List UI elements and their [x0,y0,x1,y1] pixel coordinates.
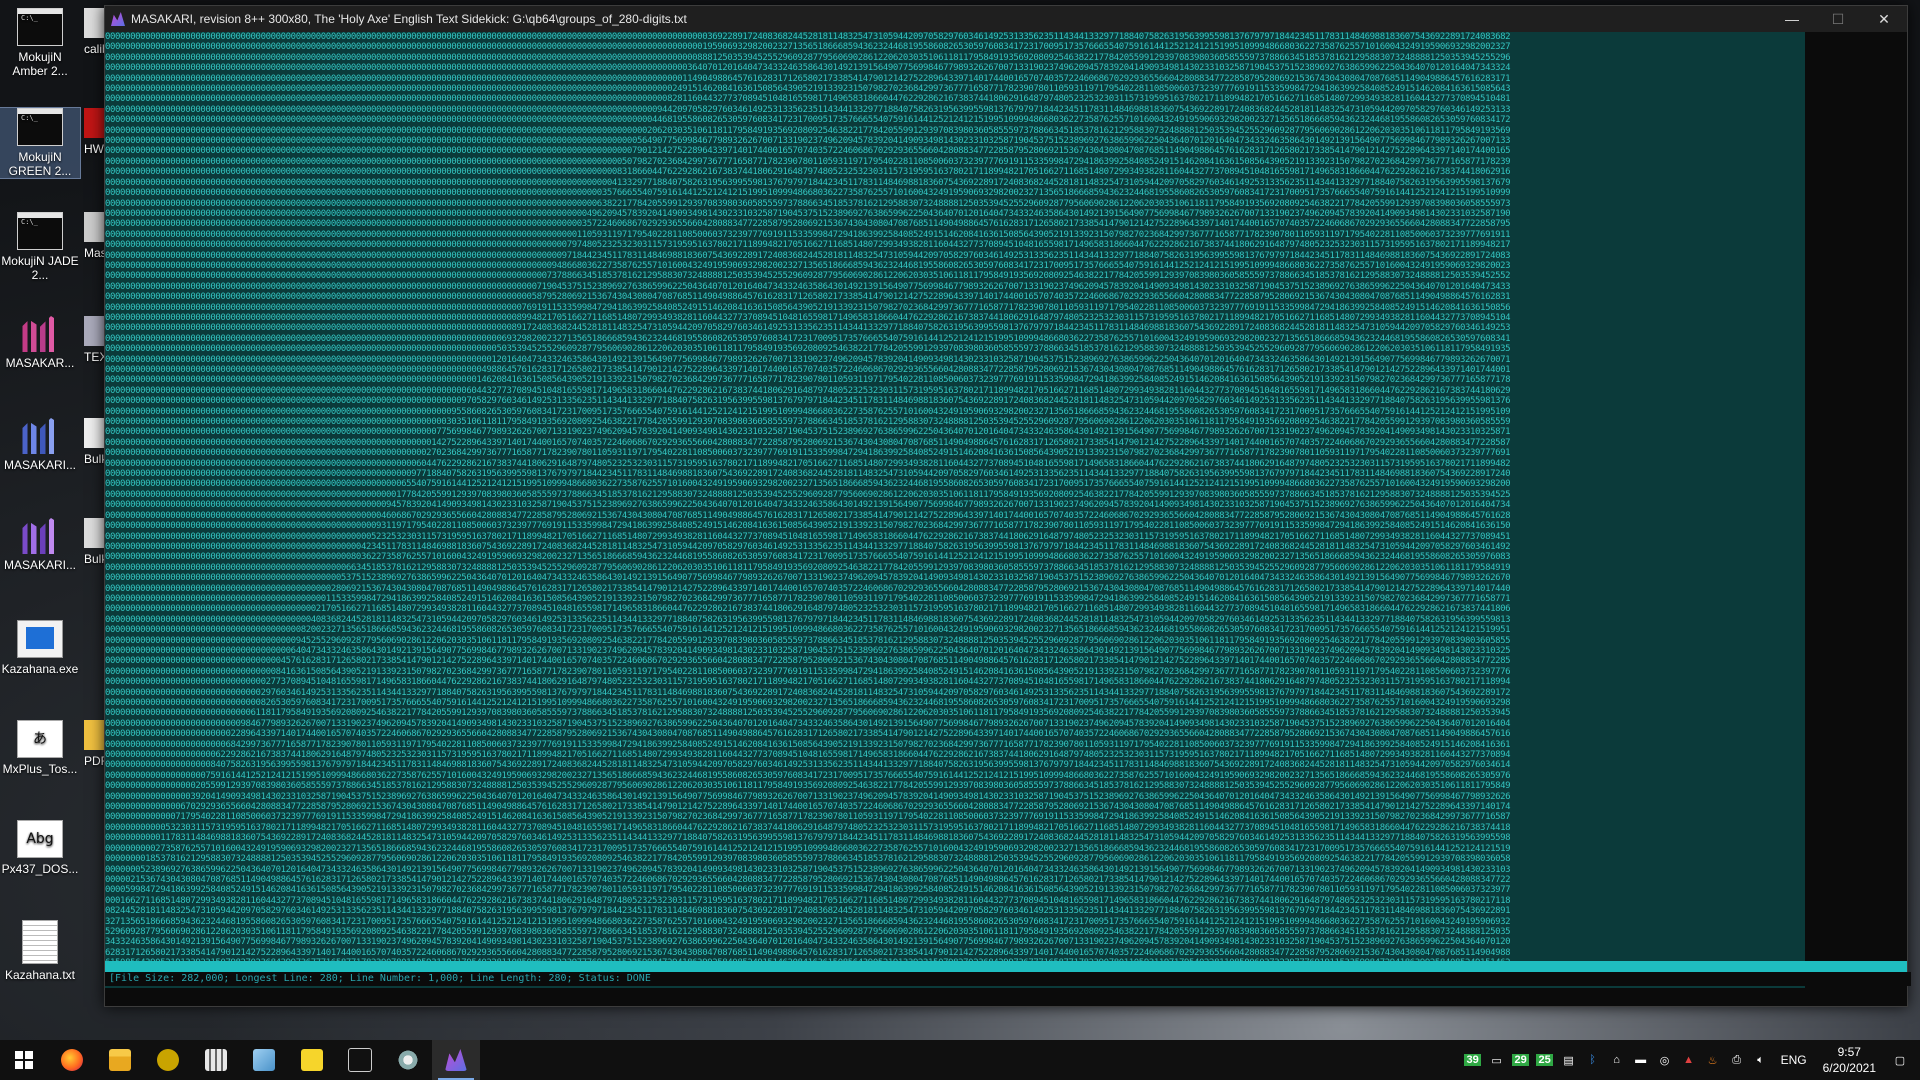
taskbar-app-yellow[interactable] [144,1040,192,1080]
cursor-line-highlight [105,961,1907,972]
firefox-icon [61,1049,83,1071]
taskbar-file-explorer[interactable] [96,1040,144,1080]
document-icon [84,418,106,448]
desktop-icon-kazahana-txt[interactable]: Kazahana.txt [0,920,80,982]
document-icon [84,316,106,346]
memory-icon[interactable]: ▭ [1487,1052,1507,1068]
console-icon [17,8,63,46]
sticky-note-icon [301,1049,323,1071]
tray-badge-temp[interactable]: 39 [1463,1052,1483,1068]
network-globe-icon[interactable]: ◎ [1655,1052,1675,1068]
taskbar-app-gear[interactable] [384,1040,432,1080]
volume-icon[interactable]: 🔈︎ [1751,1052,1771,1068]
font-file-icon: Abg [17,820,63,858]
taskbar-notepad[interactable] [240,1040,288,1080]
desktop-icon-mxplus-font[interactable]: あ MxPlus_Tos... [0,720,80,776]
document-icon [84,8,106,38]
bluetooth-icon[interactable]: ᛒ [1583,1052,1603,1068]
text-file-icon [22,920,58,964]
taskbar-calculator[interactable] [192,1040,240,1080]
taskbar: 39 ▭ 29 25 ▤ ᛒ ⌂ ▬ ◎ ▲ ♨ ⎙ 🔈︎ ENG 9:57 6… [0,1040,1920,1080]
application-icon [17,620,63,658]
desktop-icon-kazahana-exe[interactable]: Kazahana.exe [0,620,80,676]
masakari-icon [445,1049,467,1071]
masakari-window[interactable]: MASAKARI, revision 8++ 300x80, The 'Holy… [104,5,1911,1007]
maximize-button[interactable]: ☐ [1815,6,1861,32]
app-red-icon[interactable]: ▲ [1679,1052,1699,1068]
masakari-app-icon [111,12,125,26]
text-editor-area[interactable]: 0000000000000000000000000000000000000000… [105,32,1805,988]
desktop-icon-partial[interactable]: Masa [84,212,106,260]
drive-icon[interactable]: ▬ [1631,1052,1651,1068]
calculator-icon [205,1049,227,1071]
desktop-icon-mokujin-green[interactable]: MokujiN GREEN 2... [0,107,81,179]
tray-badge-gpu[interactable]: 25 [1535,1052,1555,1068]
desktop-icon-partial[interactable]: Bulk Uti [84,418,106,466]
desktop-icon-mokujin-jade[interactable]: MokujiN JADE 2... [0,212,80,282]
windows-logo-icon [15,1051,33,1069]
desktop: MokujiN Amber 2... MokujiN GREEN 2... Mo… [0,0,106,1030]
window-title: MASAKARI, revision 8++ 300x80, The 'Holy… [131,12,687,26]
clock-time: 9:57 [1837,1045,1861,1059]
desktop-icon-masakari-2[interactable]: MASAKARI... [0,418,80,472]
empty-margin [1807,32,1907,988]
masakari-icon [18,316,62,352]
gear-icon [84,518,106,548]
text-content[interactable]: 0000000000000000000000000000000000000000… [105,32,1805,978]
desktop-icon-mokujin-amber[interactable]: MokujiN Amber 2... [0,8,80,78]
minimize-button[interactable]: — [1769,6,1815,32]
taskbar-firefox[interactable] [48,1040,96,1080]
folder-icon [109,1049,131,1071]
hwinfo-icon [84,108,106,138]
app-icon [157,1049,179,1071]
title-bar[interactable]: MASAKARI, revision 8++ 300x80, The 'Holy… [105,6,1907,32]
font-file-icon: あ [17,720,63,758]
gear-icon [397,1049,419,1071]
close-button[interactable]: ✕ [1861,6,1907,32]
system-tray: 39 ▭ 29 25 ▤ ᛒ ⌂ ▬ ◎ ▲ ♨ ⎙ 🔈︎ ENG 9:57 6… [1461,1040,1920,1080]
clock-date: 6/20/2021 [1822,1061,1876,1075]
monitor-icon[interactable]: ▤ [1559,1052,1579,1068]
desktop-icon-masakari-1[interactable]: MASAKAR... [0,316,80,370]
document-icon [84,212,106,242]
terminal-icon [348,1048,372,1072]
clock[interactable]: 9:57 6/20/2021 [1823,1044,1876,1076]
tray-badge-cpu[interactable]: 29 [1511,1052,1531,1068]
masakari-icon [18,418,62,454]
console-icon [17,212,63,250]
pdf-icon [84,720,106,750]
masakari-icon [18,518,62,554]
desktop-icon-partial[interactable]: calib E-bo [84,8,106,56]
notification-icon[interactable]: ▢ [1890,1052,1910,1068]
taskbar-sticky-notes[interactable] [288,1040,336,1080]
taskbar-masakari[interactable] [432,1040,480,1080]
desktop-icon-partial[interactable]: HWi [84,108,106,156]
taskbar-terminal[interactable] [336,1040,384,1080]
language-indicator[interactable]: ENG [1781,1053,1807,1067]
desktop-icon-partial[interactable]: TEX Sh [84,316,106,364]
desktop-icon-partial[interactable]: Bulk Uti [84,518,106,566]
desktop-icon-partial[interactable]: PDFN Co [84,720,106,768]
flame-icon[interactable]: ♨ [1703,1052,1723,1068]
printer-icon[interactable]: ⎙ [1727,1052,1747,1068]
notepad-icon [253,1049,275,1071]
console-icon [17,108,63,146]
desktop-icon-masakari-3[interactable]: MASAKARI... [0,518,80,572]
start-button[interactable] [0,1040,48,1080]
usb-icon[interactable]: ⌂ [1607,1052,1627,1068]
desktop-icon-px437-font[interactable]: Abg Px437_DOS... [0,820,80,876]
status-bar: [File Size: 282,000; Longest Line: 280; … [105,972,1911,986]
